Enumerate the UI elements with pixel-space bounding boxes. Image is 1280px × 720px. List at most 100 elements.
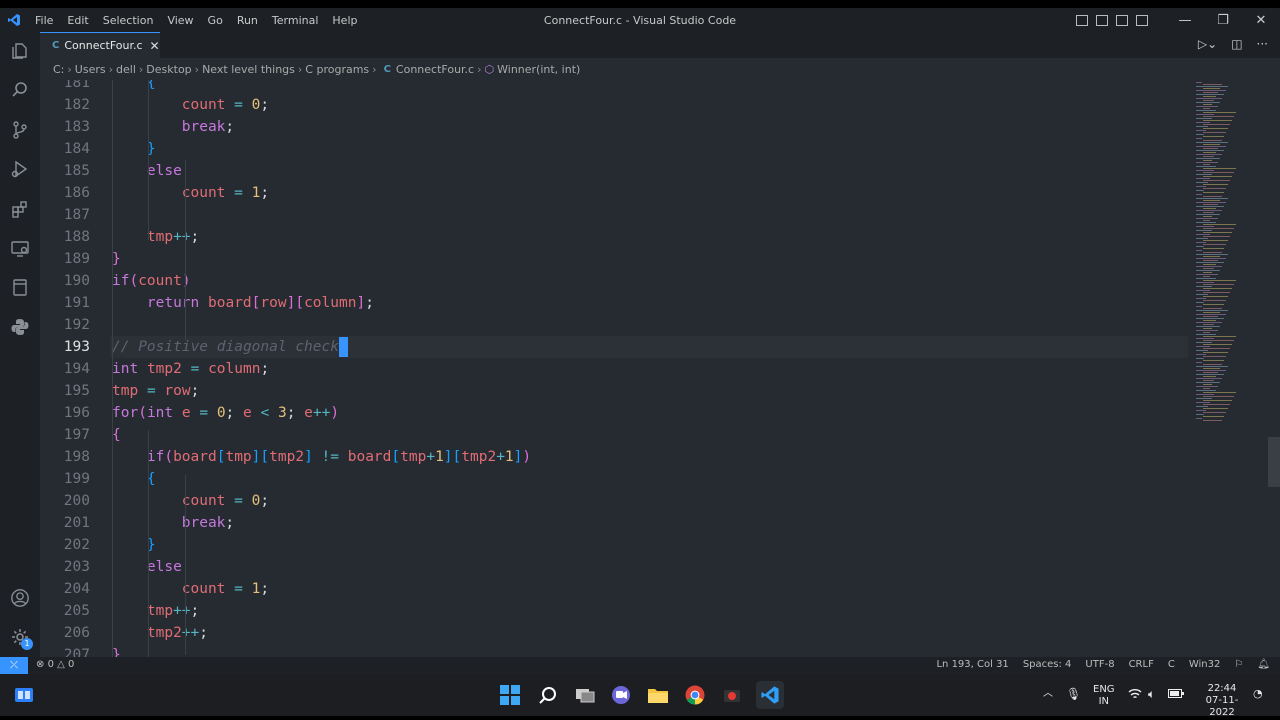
search-icon[interactable] — [10, 80, 30, 100]
code-line[interactable]: tmp = row; — [112, 380, 199, 402]
menu-file[interactable]: File — [28, 14, 60, 27]
language-code: ENG — [1093, 684, 1115, 695]
teams-chat-icon[interactable] — [609, 683, 633, 707]
minimap-line — [1196, 158, 1220, 159]
code-line[interactable]: int tmp2 = column; — [112, 358, 269, 380]
indentation[interactable]: Spaces: 4 — [1023, 659, 1072, 670]
code-line[interactable]: { — [112, 424, 121, 446]
minimize-button[interactable]: — — [1166, 13, 1204, 28]
code-line[interactable]: return board[row][column]; — [147, 292, 374, 314]
minimap-line — [1203, 100, 1214, 101]
code-line[interactable]: break; — [182, 116, 234, 138]
code-line[interactable]: else — [147, 556, 182, 578]
remote-explorer-icon[interactable] — [10, 238, 30, 258]
code-editor[interactable]: 181 182 183 184 185 186 187 188 189 190 191 192 193 1… — [40, 80, 1280, 657]
code-line[interactable]: if(count) — [112, 270, 191, 292]
code-line[interactable]: tmp++; — [147, 600, 199, 622]
warning-count: 0 — [68, 659, 75, 670]
recorder-app-icon[interactable] — [720, 683, 744, 707]
explorer-icon[interactable] — [10, 41, 30, 61]
close-icon[interactable]: ✕ — [150, 39, 160, 53]
code-line[interactable]: else — [147, 160, 182, 182]
breadcrumb-symbol[interactable]: Winner(int, int) — [497, 63, 580, 76]
notifications-bell-icon[interactable]: 🔔︎ — [1257, 659, 1270, 670]
breadcrumb-dell[interactable]: dell — [116, 63, 136, 76]
code-line[interactable]: break; — [182, 512, 234, 534]
minimap-line — [1196, 286, 1212, 287]
code-line[interactable]: tmp2++; — [147, 622, 208, 644]
clock[interactable]: 22:44 07-11-2022 — [1195, 683, 1249, 719]
show-hidden-icons-chevron-icon[interactable]: ︿ — [1043, 688, 1053, 700]
code-line[interactable]: count = 1; — [182, 578, 269, 600]
platform-config[interactable]: Win32 — [1189, 659, 1221, 670]
taskbar-search-icon[interactable] — [536, 683, 560, 707]
vscode-taskbar-icon[interactable] — [756, 681, 784, 709]
file-encoding[interactable]: UTF-8 — [1085, 659, 1114, 670]
windows-start-icon[interactable] — [498, 683, 522, 707]
remote-indicator-icon[interactable]: ⤫ — [0, 657, 28, 674]
input-language-indicator[interactable]: ENG IN — [1093, 684, 1115, 708]
chrome-icon[interactable] — [683, 683, 707, 707]
menu-terminal[interactable]: Terminal — [265, 14, 326, 27]
breadcrumb-c-programs[interactable]: C programs — [305, 63, 369, 76]
minimap-line — [1196, 326, 1220, 327]
code-line[interactable]: count = 0; — [182, 94, 269, 116]
settings-gear-icon[interactable]: 1 — [10, 627, 33, 650]
minimap[interactable] — [1188, 80, 1268, 657]
toggle-secondary-sidebar-icon[interactable] — [1116, 14, 1128, 26]
menu-help[interactable]: Help — [325, 14, 364, 27]
run-code-icon[interactable]: ▷⌄ — [1198, 37, 1217, 51]
close-window-button[interactable]: ✕ — [1242, 13, 1280, 28]
menu-selection[interactable]: Selection — [96, 14, 161, 27]
file-explorer-icon[interactable] — [646, 683, 670, 707]
widgets-icon[interactable] — [12, 683, 36, 707]
toggle-primary-sidebar-icon[interactable] — [1076, 14, 1088, 26]
breadcrumb-drive[interactable]: C: — [53, 63, 64, 76]
minimap-line — [1196, 402, 1210, 403]
code-line[interactable]: if(board[tmp][tmp2] != board[tmp+1][tmp2… — [147, 446, 531, 468]
source-control-icon[interactable] — [10, 120, 30, 140]
account-icon[interactable] — [10, 588, 30, 608]
code-line[interactable]: // Positive diagonal check — [112, 336, 348, 358]
split-editor-icon[interactable]: ◫ — [1231, 37, 1242, 51]
cursor-position[interactable]: Ln 193, Col 31 — [936, 659, 1008, 670]
notification-center-icon[interactable]: ◔ — [1253, 688, 1263, 700]
code-line[interactable]: } — [112, 644, 121, 657]
testing-icon[interactable] — [10, 277, 30, 297]
code-line[interactable]: for(int e = 0; e < 3; e++) — [112, 402, 339, 424]
volume-icon[interactable]: 🔈︎ — [1148, 688, 1155, 700]
problems-indicator[interactable]: ⊗ 0 △ 0 — [36, 659, 74, 670]
end-of-line[interactable]: CRLF — [1129, 659, 1154, 670]
language-mode[interactable]: C — [1168, 659, 1175, 670]
code-line[interactable]: tmp++; — [147, 226, 199, 248]
code-line[interactable]: count = 0; — [182, 490, 269, 512]
windows-taskbar: ︿ 🎙︎ ENG IN 🔈︎ 22:44 07-11-2022 ◔ — [0, 674, 1280, 719]
maximize-button[interactable]: ❐ — [1204, 13, 1242, 28]
task-view-icon[interactable] — [573, 683, 597, 707]
code-line[interactable]: } — [112, 248, 121, 270]
wifi-icon[interactable] — [1128, 688, 1142, 704]
error-icon: ⊗ — [36, 659, 45, 670]
menu-run[interactable]: Run — [230, 14, 265, 27]
breadcrumb-users[interactable]: Users — [75, 63, 106, 76]
extensions-icon[interactable] — [10, 199, 30, 219]
minimap-line — [1196, 386, 1218, 387]
menu-view[interactable]: View — [160, 14, 200, 27]
battery-icon[interactable] — [1168, 689, 1184, 702]
menu-edit[interactable]: Edit — [60, 14, 95, 27]
more-actions-icon[interactable]: ··· — [1257, 37, 1268, 51]
minimap-line — [1203, 320, 1216, 321]
editor-scrollbar[interactable] — [1268, 437, 1280, 487]
breadcrumb-next-level-things[interactable]: Next level things — [202, 63, 295, 76]
run-debug-icon[interactable] — [10, 159, 30, 179]
breadcrumb-desktop[interactable]: Desktop — [146, 63, 191, 76]
python-icon[interactable] — [10, 317, 30, 337]
breadcrumb-file[interactable]: ConnectFour.c — [396, 63, 474, 76]
code-line[interactable]: count = 1; — [182, 182, 269, 204]
tab-connectfour-c[interactable]: C ConnectFour.c ✕ — [40, 32, 160, 58]
menu-go[interactable]: Go — [201, 14, 230, 27]
microphone-icon[interactable]: 🎙︎ — [1066, 688, 1081, 700]
customize-layout-icon[interactable] — [1136, 14, 1148, 26]
feedback-icon[interactable]: ⚐ — [1234, 659, 1243, 670]
toggle-panel-icon[interactable] — [1096, 14, 1108, 26]
